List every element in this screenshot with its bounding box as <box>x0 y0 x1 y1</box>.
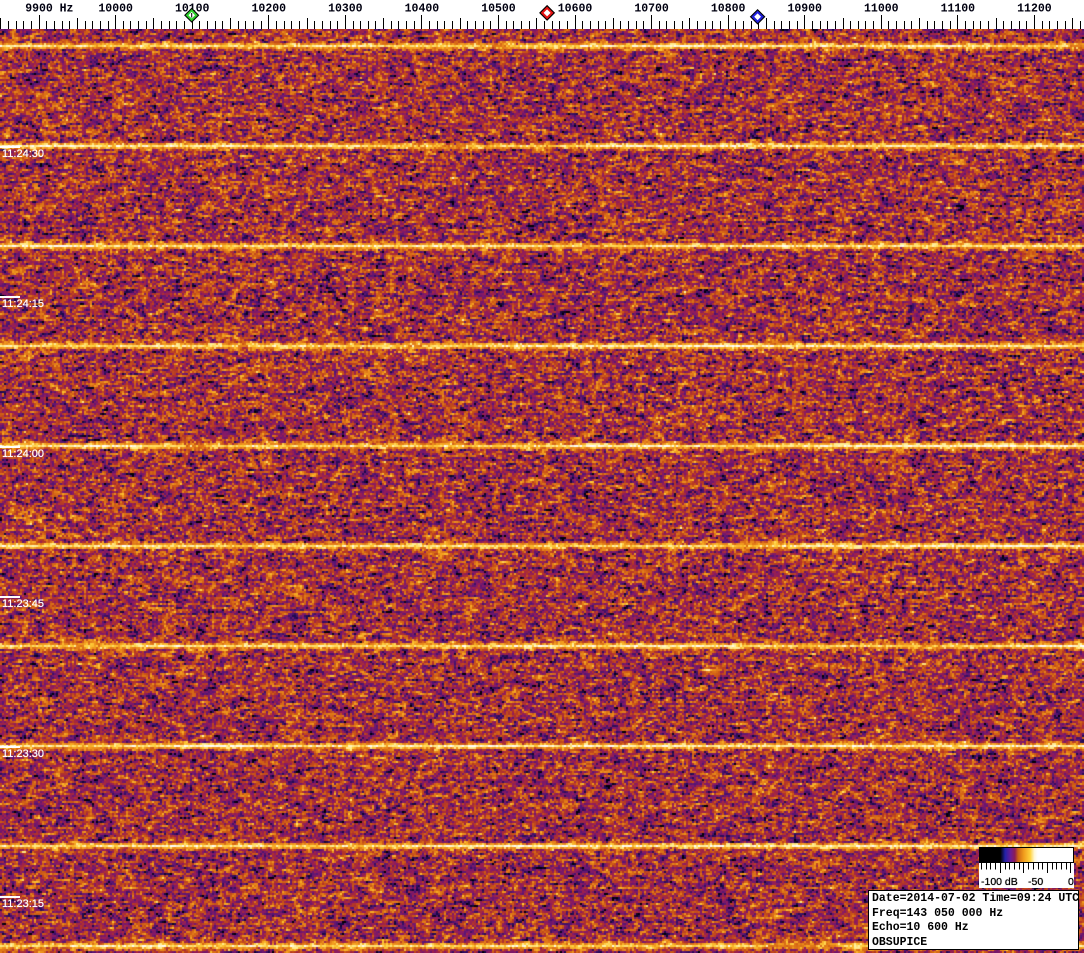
svg-text:10000: 10000 <box>98 3 133 16</box>
svg-text:10300: 10300 <box>328 3 363 16</box>
svg-text:10700: 10700 <box>634 3 669 16</box>
svg-text:10900: 10900 <box>787 3 822 16</box>
svg-text:10800: 10800 <box>711 3 746 16</box>
svg-text:10500: 10500 <box>481 3 516 16</box>
svg-text:11200: 11200 <box>1017 3 1052 16</box>
svg-text:11100: 11100 <box>941 3 976 16</box>
svg-text:9900: 9900 <box>25 3 53 16</box>
svg-text:11000: 11000 <box>864 3 899 16</box>
svg-text:10600: 10600 <box>558 3 593 16</box>
svg-text:10200: 10200 <box>252 3 287 16</box>
svg-text:Hz: Hz <box>60 3 74 16</box>
svg-text:10400: 10400 <box>405 3 440 16</box>
